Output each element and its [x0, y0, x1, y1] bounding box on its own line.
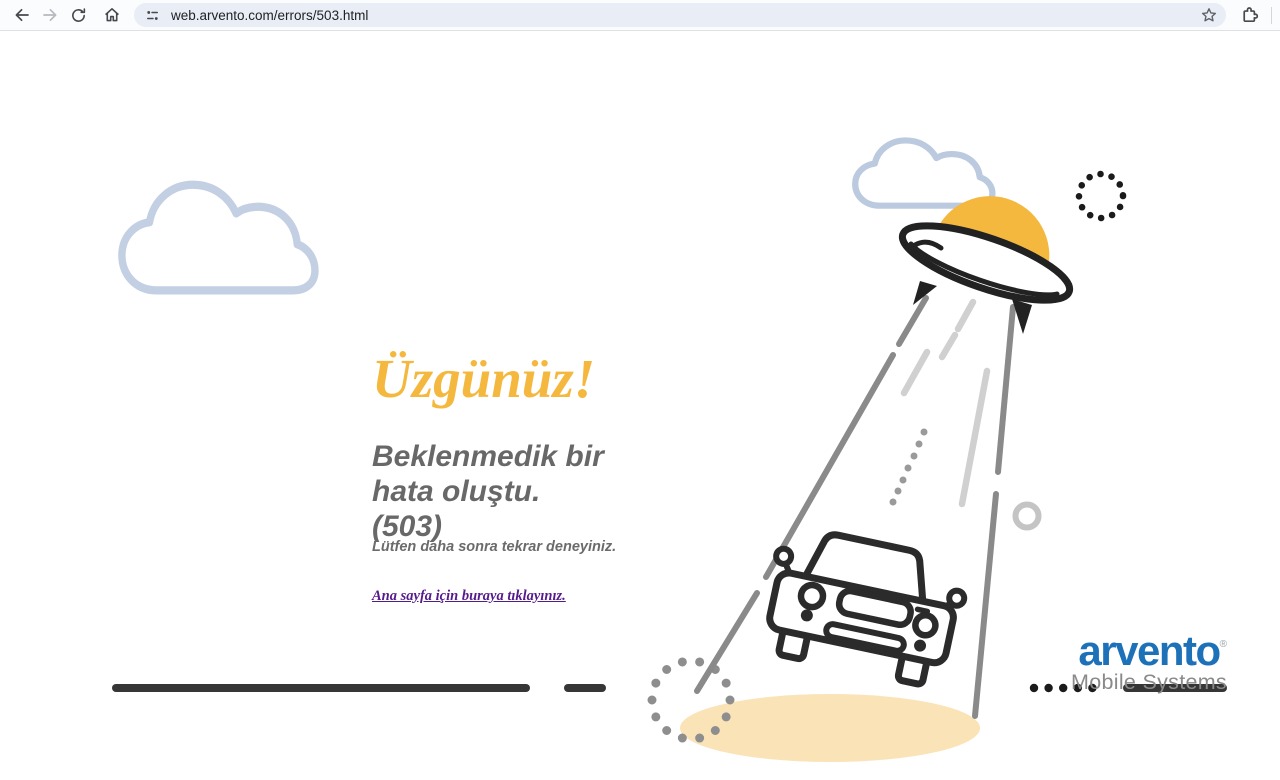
ufo-icon	[895, 196, 1078, 334]
browser-toolbar: web.arvento.com/errors/503.html	[0, 0, 1280, 31]
logo-tagline: Mobile Systems	[1071, 671, 1227, 693]
home-icon	[103, 6, 121, 24]
forward-icon	[41, 6, 59, 24]
page-title: Üzgünüz!	[372, 351, 595, 406]
site-controls-icon[interactable]	[144, 7, 161, 24]
cloud-left-icon	[122, 185, 315, 291]
arvento-logo: arvento® Mobile Systems	[1071, 633, 1227, 693]
error-note: Lütfen daha sonra tekrar deneyiniz.	[372, 539, 632, 555]
registered-mark: ®	[1220, 639, 1227, 650]
back-button[interactable]	[8, 2, 36, 28]
extensions-icon[interactable]	[1240, 6, 1259, 25]
home-page-link[interactable]: Ana sayfa için buraya tıklayınız.	[372, 588, 566, 605]
toolbar-separator	[1271, 7, 1272, 24]
cloud-small-icon	[855, 140, 992, 205]
logo-brand-text: arvento	[1078, 627, 1219, 674]
error-heading: Beklenmedik bir hata oluştu. (503)	[372, 439, 612, 544]
home-button[interactable]	[98, 2, 126, 28]
back-icon	[13, 6, 31, 24]
forward-button[interactable]	[36, 2, 64, 28]
reload-icon	[70, 7, 87, 24]
url-bar[interactable]: web.arvento.com/errors/503.html	[134, 3, 1226, 27]
dotted-circle-black	[1079, 174, 1123, 218]
url-text[interactable]: web.arvento.com/errors/503.html	[171, 8, 1200, 23]
spotlight-ellipse	[680, 694, 980, 762]
gray-ring-icon	[1016, 505, 1039, 528]
car-icon	[756, 523, 972, 689]
bookmark-star-icon[interactable]	[1200, 6, 1218, 24]
tractor-beams	[697, 298, 1013, 716]
error-page-content: Üzgünüz! Beklenmedik bir hata oluştu. (5…	[0, 31, 1280, 779]
reload-button[interactable]	[64, 2, 92, 28]
dot-trail	[890, 429, 928, 506]
